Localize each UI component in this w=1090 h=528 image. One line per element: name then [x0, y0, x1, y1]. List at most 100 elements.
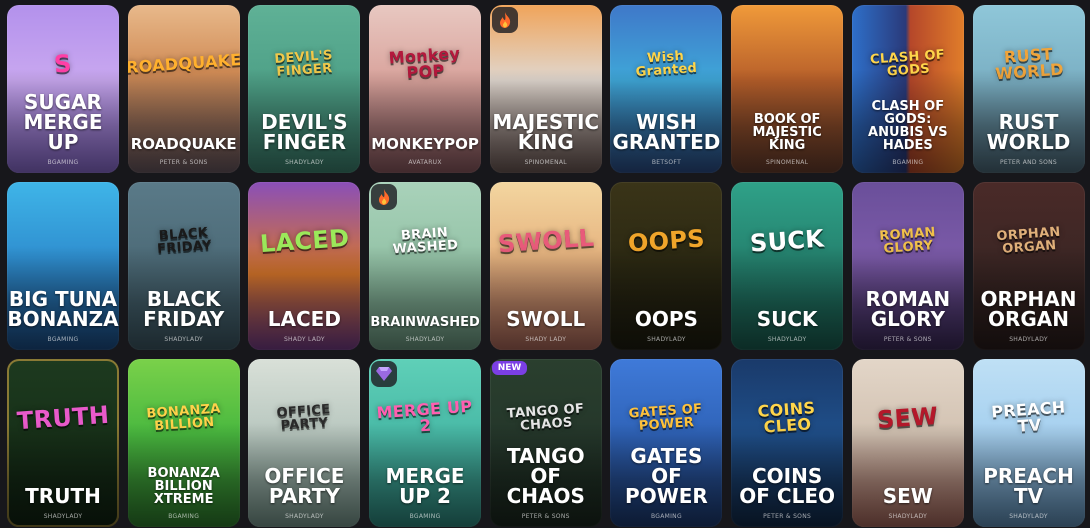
title-box: Merge Up 2 [369, 450, 481, 506]
game-provider: BGAMING [892, 159, 924, 166]
game-provider: SHADYLADY [888, 513, 928, 520]
game-provider: PETER & SONS [521, 513, 570, 520]
fire-icon [371, 184, 398, 210]
game-provider: SHADYLADY [647, 336, 686, 343]
game-tile-big-tuna-bonanza[interactable]: Big Tuna Bonanza BGAMING [7, 182, 119, 350]
game-title: Book of Majestic King [752, 112, 822, 153]
game-title: Bonanza Billion Xtreme [147, 466, 220, 507]
game-tile-sugar-merge-up[interactable]: S Sugar Merge Up BGAMING [7, 5, 119, 173]
game-tile-wish-granted[interactable]: Wish GrantedWish GrantedBETSOFT [610, 5, 723, 173]
title-box: Rust World [973, 96, 1085, 152]
game-title: Laced [267, 307, 341, 331]
title-box: Bonanza Billion Xtreme [128, 450, 240, 506]
title-box: Roman Glory [852, 273, 964, 329]
game-title: Coins of Cleo [739, 464, 835, 508]
game-title: MonkeyPop [371, 135, 479, 153]
game-title: Sugar Merge Up [23, 90, 103, 154]
game-title: Brainwashed [370, 315, 480, 330]
game-provider: PETER & SONS [763, 513, 812, 520]
game-provider: SHADYLADY [1009, 513, 1048, 520]
game-tile-roadquake[interactable]: ROADQUAKE Roadquake PETER & SONS [127, 5, 240, 173]
game-provider: SHADYLADY [1009, 336, 1048, 343]
game-title: Swoll [506, 307, 586, 331]
game-title: Orphan Organ [980, 287, 1077, 331]
game-title: Tango of Chaos [506, 444, 585, 508]
game-tile-rust-world[interactable]: RUST WORLDRust WorldPETER AND SONS [972, 5, 1085, 173]
game-provider: SHADYLADY [285, 513, 324, 520]
game-tile-brainwashed[interactable]: BRAIN WASHEDBrainwashedSHADYLADY [369, 182, 482, 350]
game-provider: SHADYLADY [405, 336, 445, 343]
game-tile-suck[interactable]: SUCK Suck SHADYLADY [731, 182, 844, 350]
game-tile-gates-of-power[interactable]: GATES OF POWERGates of PowerBGAMING [610, 359, 723, 527]
game-title: Roman Glory [865, 287, 951, 331]
game-tile-majestic-king[interactable]: Majestic King SPINOMENAL [489, 5, 602, 173]
title-box: Wish Granted [610, 96, 722, 152]
game-title: Big Tuna Bonanza [7, 287, 119, 331]
game-title: Majestic King [492, 110, 600, 154]
title-box: Brainwashed [369, 273, 481, 329]
game-title: Black Friday [143, 287, 225, 331]
game-tile-monkeypop[interactable]: Monkey POPMonkeyPopAVATARUX [369, 5, 482, 173]
game-provider: BGAMING [650, 513, 682, 520]
game-tile-oops[interactable]: OOPS Oops SHADYLADY [610, 182, 723, 350]
title-box: MonkeyPop [369, 96, 481, 152]
game-provider: SPINOMENAL [524, 159, 567, 166]
title-box: Gates of Power [610, 446, 722, 506]
game-provider: BGAMING [47, 159, 79, 166]
game-tile-book-of-majestic-king[interactable]: Book of Majestic King SPINOMENAL [731, 5, 844, 173]
game-provider: SHADYLADY [767, 336, 807, 343]
fire-icon [491, 7, 518, 33]
title-box: Sugar Merge Up [7, 92, 119, 152]
title-box: Devil's Finger [248, 96, 360, 152]
title-box: Big Tuna Bonanza [7, 273, 119, 329]
game-tile-sew[interactable]: SEW Sew SHADYLADY [851, 359, 964, 527]
game-title: Office Party [264, 464, 345, 508]
game-title: Suck [756, 307, 818, 331]
title-box: Oops [610, 273, 722, 329]
game-title: Wish Granted [612, 110, 721, 154]
game-tile-black-friday[interactable]: BLACK FRIDAYBlack FridaySHADYLADY [127, 182, 240, 350]
title-box: Tango of Chaos [490, 446, 602, 506]
game-tile-preach-tv[interactable]: PREACH TVPreach TVSHADYLADY [972, 359, 1085, 527]
game-title: Preach TV [983, 464, 1074, 508]
game-tile-bonanza-billion-xtreme[interactable]: BONANZA BILLIONBonanza Billion XtremeBGA… [127, 359, 240, 527]
game-title: Clash of Gods: Anubis vs Hades [868, 99, 948, 153]
game-provider: BETSOFT [651, 159, 682, 166]
game-provider: SHADYLADY [285, 159, 324, 166]
title-box: Sew [852, 450, 964, 506]
title-box: Swoll [490, 273, 602, 329]
game-tile-tango-of-chaos[interactable]: TANGO OF CHAOSTango of ChaosPETER & SONS… [489, 359, 602, 527]
game-title: Rust World [986, 110, 1071, 154]
game-tile-truth[interactable]: TRUTH Truth SHADYLADY [7, 359, 119, 527]
title-box: Majestic King [490, 96, 602, 152]
game-provider: AVATARUX [408, 159, 442, 166]
game-tile-office-party[interactable]: OFFICE PARTYOffice PartySHADYLADY [248, 359, 361, 527]
game-tile-laced[interactable]: LACED Laced SHADY LADY [248, 182, 361, 350]
game-title: Devil's Finger [261, 110, 348, 154]
game-tile-clash-of-gods-anubis-vs-hades[interactable]: CLASH OF GODSClash of Gods: Anubis vs Ha… [851, 5, 964, 173]
title-box: Laced [248, 273, 360, 329]
game-provider: SHADY LADY [283, 336, 325, 343]
game-provider: SHADYLADY [43, 513, 83, 520]
title-box: Suck [731, 273, 843, 329]
game-tile-merge-up-2[interactable]: MERGE UP 2Merge Up 2BGAMING [369, 359, 482, 527]
game-provider: SHADY LADY [525, 336, 567, 343]
game-title: Roadquake [130, 135, 237, 153]
title-box: Book of Majestic King [731, 96, 843, 152]
game-tile-swoll[interactable]: SWOLL Swoll SHADY LADY [489, 182, 602, 350]
game-grid: S Sugar Merge Up BGAMING ROADQUAKE Roadquake… [0, 0, 1090, 528]
game-tile-devil-s-finger[interactable]: DEVIL'S FINGERDevil's FingerSHADYLADY [248, 5, 361, 173]
game-title: Gates of Power [625, 444, 708, 508]
game-tile-coins-of-cleo[interactable]: COINS CLEOCoins of CleoPETER & SONS [731, 359, 844, 527]
title-box: Office Party [248, 450, 360, 506]
game-tile-roman-glory[interactable]: ROMAN GLORYRoman GloryPETER & SONS [851, 182, 964, 350]
game-provider: BGAMING [168, 513, 200, 520]
title-box: Roadquake [128, 96, 240, 152]
game-provider: BGAMING [47, 336, 79, 343]
game-provider: SPINOMENAL [765, 159, 809, 166]
game-provider: PETER & SONS [883, 336, 932, 343]
game-provider: BGAMING [409, 513, 441, 520]
game-tile-orphan-organ[interactable]: ORPHAN ORGANOrphan OrganSHADYLADY [972, 182, 1085, 350]
game-title: Merge Up 2 [385, 464, 465, 508]
title-box: Coins of Cleo [731, 450, 843, 506]
